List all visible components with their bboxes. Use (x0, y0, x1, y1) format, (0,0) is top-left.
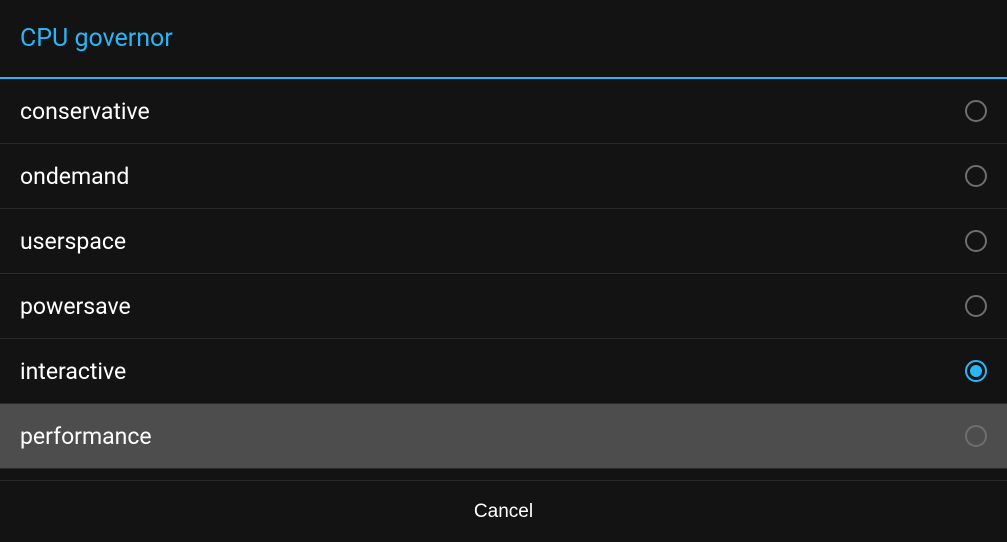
option-label: interactive (20, 358, 126, 385)
cpu-governor-dialog: CPU governor conservative ondemand users… (0, 0, 1007, 542)
option-label: userspace (20, 228, 126, 255)
option-userspace[interactable]: userspace (0, 209, 1007, 274)
dialog-title: CPU governor (20, 24, 987, 53)
option-performance[interactable]: performance (0, 404, 1007, 469)
radio-icon (965, 230, 987, 252)
radio-icon (965, 100, 987, 122)
option-ondemand[interactable]: ondemand (0, 144, 1007, 209)
option-conservative[interactable]: conservative (0, 79, 1007, 144)
radio-icon (965, 165, 987, 187)
options-list: conservative ondemand userspace powersav… (0, 79, 1007, 480)
option-label: ondemand (20, 163, 129, 190)
option-label: performance (20, 423, 152, 450)
option-label: powersave (20, 293, 131, 320)
radio-icon (965, 425, 987, 447)
option-label: conservative (20, 98, 150, 125)
radio-icon (965, 360, 987, 382)
cancel-button[interactable]: Cancel (454, 491, 553, 533)
radio-icon (965, 295, 987, 317)
option-powersave[interactable]: powersave (0, 274, 1007, 339)
option-interactive[interactable]: interactive (0, 339, 1007, 404)
dialog-footer: Cancel (0, 480, 1007, 542)
dialog-header: CPU governor (0, 0, 1007, 79)
